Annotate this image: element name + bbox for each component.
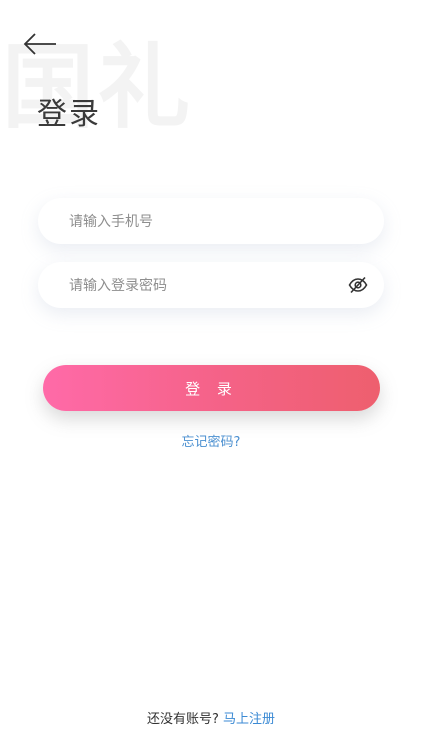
eye-off-icon (348, 276, 368, 294)
back-button[interactable] (22, 30, 58, 58)
arrow-left-icon (23, 33, 56, 55)
register-link[interactable]: 马上注册 (223, 712, 275, 727)
page-title: 登录 (37, 97, 101, 132)
phone-input[interactable] (67, 198, 341, 246)
register-prompt: 还没有账号? 马上注册 (0, 708, 422, 727)
password-field (38, 262, 384, 310)
password-input[interactable] (67, 262, 341, 310)
phone-field (38, 198, 384, 246)
login-button[interactable]: 登 录 (43, 365, 380, 411)
forgot-password-link[interactable]: 忘记密码? (0, 431, 422, 450)
no-account-text: 还没有账号? (146, 712, 219, 727)
password-visibility-toggle[interactable] (348, 276, 368, 294)
